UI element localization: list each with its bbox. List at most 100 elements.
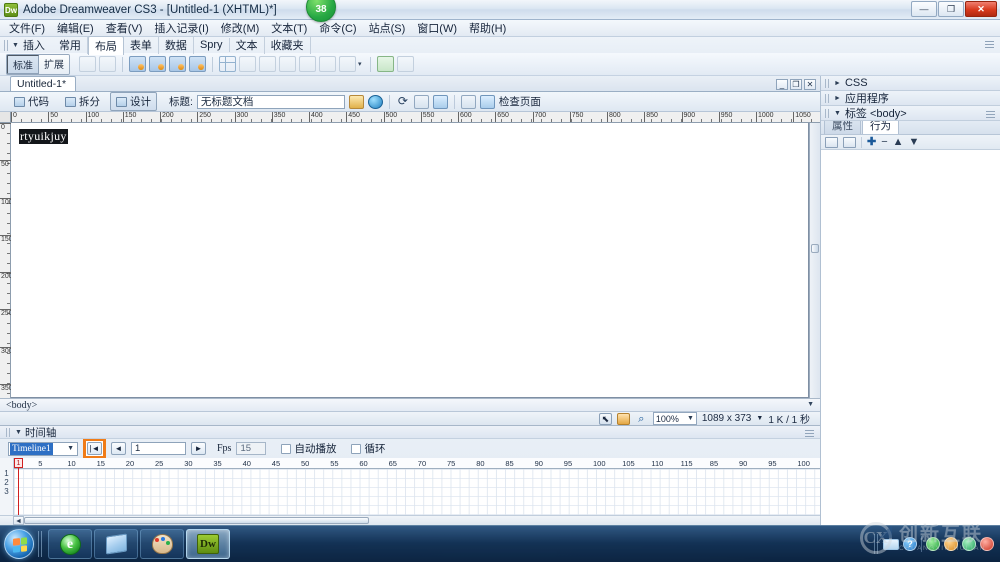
forward-frame-button[interactable]: ► [191,442,206,455]
scroll-left-arrow-icon[interactable]: ◄ [13,516,24,525]
red-status-icon[interactable] [980,537,994,551]
tab-text[interactable]: 文本 [230,36,265,54]
timeline-playhead[interactable]: 1 [14,458,23,515]
menu-item-window[interactable]: 窗口(W) [411,19,463,37]
timeline-row-3[interactable]: 3 [0,487,13,496]
add-behavior-icon[interactable]: ✚ [867,136,876,148]
tab-layout[interactable]: 布局 [87,35,124,55]
panel-grip-icon[interactable] [4,39,9,51]
menu-item-help[interactable]: 帮助(H) [463,19,512,37]
page-vertical-scrollbar[interactable] [809,123,820,398]
behaviors-list[interactable] [821,150,1000,525]
start-button[interactable] [4,529,34,559]
tab-spry[interactable]: Spry [194,38,230,52]
view-split-button[interactable]: 拆分 [59,92,106,111]
visual-aids-icon[interactable] [432,94,448,109]
green-status-icon[interactable] [926,537,940,551]
insert-row-icon[interactable] [239,56,256,72]
rewind-button[interactable]: |◄ [87,442,102,455]
tag-selector-body[interactable]: <body> [6,400,37,411]
selected-page-text[interactable]: rtyuikjuy [19,129,68,144]
fps-input[interactable]: 15 [236,442,267,455]
spry-tabs-icon[interactable] [396,56,414,72]
loop-checkbox[interactable] [351,443,362,454]
move-down-icon[interactable]: ▼ [909,136,920,148]
insert-column-icon[interactable] [259,56,276,72]
tab-common[interactable]: 常用 [53,36,88,54]
vertical-ruler[interactable]: 0 50 100 150 200 250 300 350 [0,123,13,398]
maximize-button[interactable]: ❐ [938,1,964,17]
frame-split-icon[interactable] [339,56,356,72]
taskbar-item-paint[interactable] [140,529,184,559]
document-tab[interactable]: Untitled-1* [10,76,77,91]
menu-item-site[interactable]: 站点(S) [363,19,412,37]
zoom-level-select[interactable]: 100% ▼ [652,412,697,425]
window-size-chevron-icon[interactable]: ▼ [756,415,763,422]
insert-frameset-icon[interactable] [189,56,206,72]
document-restore-button[interactable]: ❐ [790,79,802,90]
refresh-icon[interactable]: ⟳ [396,94,410,109]
check-page-label[interactable]: 检查页面 [499,94,541,109]
menu-item-modify[interactable]: 修改(M) [215,19,266,37]
view-options-icon[interactable] [413,94,429,109]
tab-data[interactable]: 数据 [159,36,194,54]
help-icon[interactable]: ? [903,537,917,551]
validate-markup-icon[interactable] [460,94,476,109]
preview-in-browser-icon[interactable] [367,94,383,109]
panel-grip-icon[interactable] [6,427,11,437]
timeline-horizontal-scrollbar[interactable]: ◄ [0,515,820,525]
back-frame-button[interactable]: ◄ [111,442,126,455]
view-code-button[interactable]: 代码 [8,92,55,111]
tab-forms[interactable]: 表单 [124,36,159,54]
insert-div-icon[interactable] [99,56,116,72]
zoom-tool-icon[interactable]: ⌕ [635,413,648,425]
show-all-events-icon[interactable] [843,136,856,148]
file-management-icon[interactable] [348,94,364,109]
document-minimize-button[interactable]: _ [776,79,788,90]
menu-item-insert[interactable]: 插入记录(I) [148,19,214,37]
split-cell-vertical-icon[interactable] [279,56,296,72]
timeline-scroll-handle[interactable] [24,517,369,524]
split-cell-horizontal-icon[interactable] [299,56,316,72]
draw-layer-icon[interactable] [79,56,96,72]
standard-mode-button[interactable]: 标准 [7,54,39,74]
menu-item-edit[interactable]: 编辑(E) [51,19,100,37]
insert-iframe-icon[interactable] [169,56,186,72]
show-set-events-icon[interactable] [825,136,838,148]
view-design-button[interactable]: 设计 [110,92,157,111]
tab-favorites[interactable]: 收藏夹 [265,36,311,54]
ruler-origin-corner[interactable] [0,112,11,122]
autoplay-checkbox-row[interactable]: 自动播放 [281,441,336,456]
collapse-arrow-icon[interactable]: ▼ [12,42,19,49]
window-size-value[interactable]: 1089 x 373 [702,413,752,424]
panel-grip-icon[interactable] [825,108,830,118]
check-page-icon[interactable] [479,94,495,109]
panel-group-tag[interactable]: ▼ 标签 <body> [821,106,1000,121]
menu-item-file[interactable]: 文件(F) [3,19,51,37]
timeline-row-1[interactable]: 1 [0,469,13,478]
select-tool-icon[interactable]: ⬉ [598,412,612,425]
hand-tool-icon[interactable] [616,412,630,425]
scrollbar-handle[interactable] [811,244,819,253]
panel-group-css[interactable]: ► CSS [821,76,1000,91]
insert-table-icon[interactable] [129,56,146,72]
menu-item-view[interactable]: 查看(V) [100,19,149,37]
expand-arrow-icon[interactable]: ► [834,95,841,102]
insert-bar-options-icon[interactable] [985,39,994,48]
timeline-options-icon[interactable] [805,428,814,437]
table-grid-icon[interactable] [219,56,236,72]
move-up-icon[interactable]: ▲ [893,136,904,148]
timeline-frame-ruler[interactable]: 1510152025303540455055606570758085909510… [14,458,820,469]
current-frame-input[interactable]: 1 [131,442,186,455]
panel-grip-icon[interactable] [825,78,830,88]
taskbar-item-dreamweaver[interactable]: Dw [186,529,230,559]
tray-grip-icon[interactable] [874,534,879,554]
design-page[interactable]: rtyuikjuy [11,123,809,398]
network-icon[interactable] [883,538,899,550]
timeline-select[interactable]: Timeline1 ▼ [8,441,78,456]
horizontal-ruler[interactable]: 0 50 100 150 200 250 300 350 400 450 500 550 600 650 7… [0,112,820,123]
document-close-button[interactable]: ✕ [804,79,816,90]
panel-grip-icon[interactable] [825,93,830,103]
collapse-arrow-icon[interactable]: ▼ [834,110,841,117]
panel-group-application[interactable]: ► 应用程序 [821,91,1000,106]
